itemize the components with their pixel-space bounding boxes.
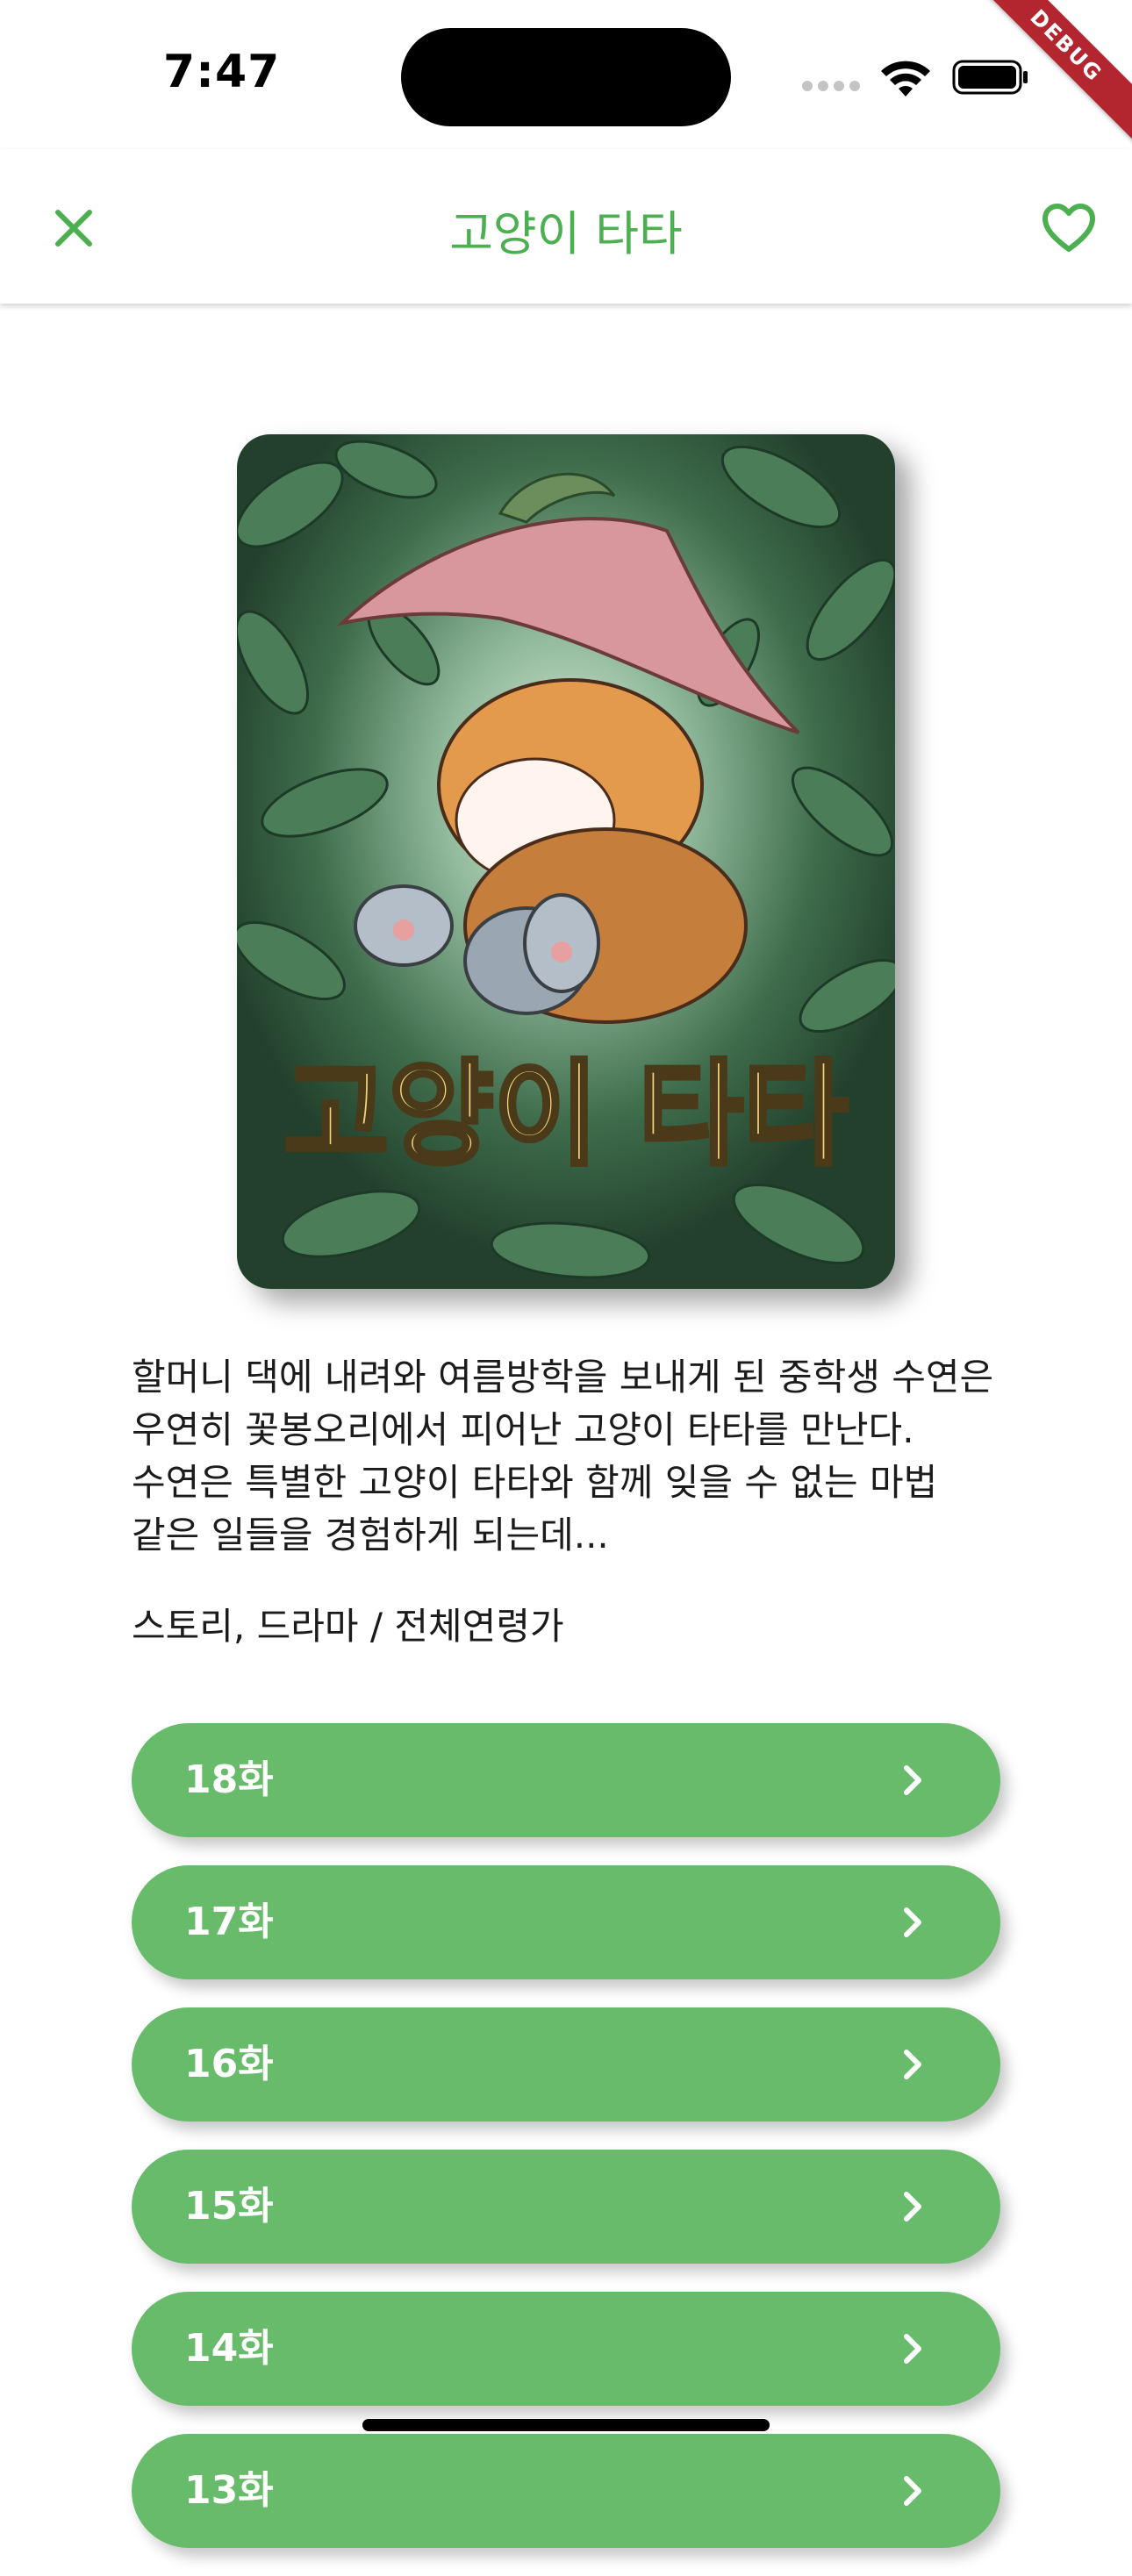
episode-button[interactable]: 16화 <box>132 2007 1000 2122</box>
webtoon-description: 할머니 댁에 내려와 여름방학을 보내게 된 중학생 수연은 우연히 꽃봉오리에… <box>132 1356 994 1556</box>
episode-button[interactable]: 14화 <box>132 2292 1000 2406</box>
cellular-signal-icon <box>802 77 863 91</box>
chevron-right-icon <box>904 1907 921 1937</box>
chevron-right-icon <box>904 2334 921 2364</box>
episode-list: 18화 17화 16화 15화 14화 13화 <box>132 1723 1000 2576</box>
chevron-right-icon <box>904 1765 921 1795</box>
webtoon-genre: 스토리, 드라마 / 전체연령가 <box>132 1605 564 1648</box>
status-time: 7:47 <box>163 46 281 98</box>
wifi-icon <box>881 61 930 97</box>
chevron-right-icon <box>904 2050 921 2079</box>
episode-button[interactable]: 15화 <box>132 2150 1000 2264</box>
status-bar: 7:47 DEBUG <box>0 0 1132 150</box>
episode-label: 13화 <box>184 2468 274 2513</box>
heart-outline-icon <box>1042 204 1095 252</box>
episode-button[interactable]: 18화 <box>132 1723 1000 1837</box>
chevron-right-icon <box>904 2192 921 2222</box>
cover-title-text: 고양이 타타 <box>283 1048 848 1181</box>
webtoon-cover-image: 고양이 타타 <box>237 434 895 1289</box>
episode-label: 16화 <box>184 2042 274 2086</box>
dynamic-island <box>401 28 731 126</box>
episode-button[interactable]: 17화 <box>132 1865 1000 1979</box>
episode-label: 18화 <box>184 1757 274 1802</box>
episode-label: 14화 <box>184 2326 274 2371</box>
home-indicator[interactable] <box>362 2419 770 2431</box>
chevron-right-icon <box>904 2476 921 2506</box>
page-title: 고양이 타타 <box>449 206 683 261</box>
favorite-button[interactable] <box>1034 193 1104 263</box>
app-bar: 고양이 타타 <box>0 149 1132 304</box>
episode-label: 17화 <box>184 1900 274 1944</box>
episode-label: 15화 <box>184 2184 274 2229</box>
battery-icon <box>952 60 1028 95</box>
episode-button[interactable]: 13화 <box>132 2434 1000 2548</box>
